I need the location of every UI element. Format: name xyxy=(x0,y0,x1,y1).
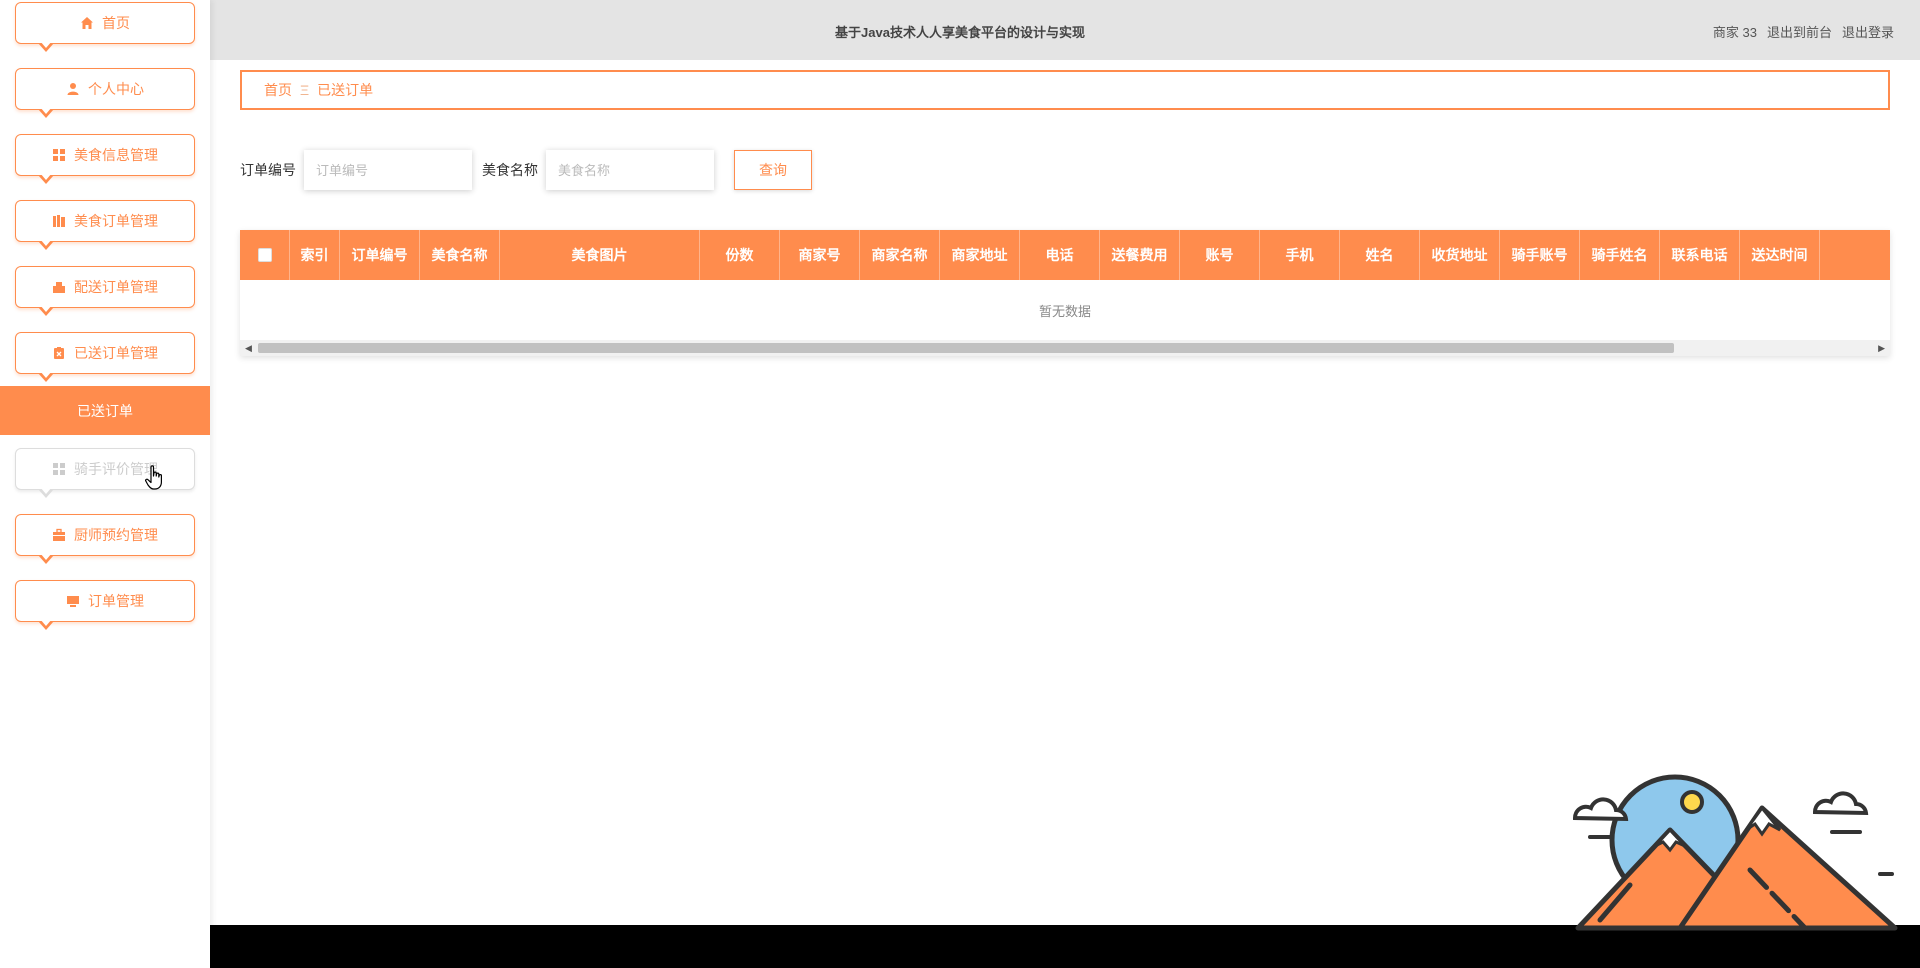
sidebar-subitem-label: 已送订单 xyxy=(77,402,133,419)
column-header[interactable]: 商家地址 xyxy=(940,230,1020,280)
clipboard-icon xyxy=(54,347,64,359)
sidebar-item-personal-center[interactable]: 个人中心 xyxy=(15,68,195,118)
column-header[interactable]: 联系电话 xyxy=(1660,230,1740,280)
sidebar-item-label: 配送订单管理 xyxy=(74,279,158,295)
table-header: 索引 订单编号 美食名称 美食图片 份数 商家号 商家名称 商家地址 电话 送餐… xyxy=(240,230,1890,280)
column-header[interactable]: 送达时间 xyxy=(1740,230,1820,280)
sidebar-item-food-info[interactable]: 美食信息管理 xyxy=(15,134,195,184)
select-all-cell xyxy=(240,230,290,280)
horizontal-scrollbar[interactable]: ◀ ▶ xyxy=(240,340,1890,356)
sidebar: 首页 个人中心 美食信息管理 美食订单管理 配送订单管理 已送订单管理 已送订单… xyxy=(0,0,210,968)
sidebar-item-label: 首页 xyxy=(102,15,130,31)
sidebar-item-delivered-order[interactable]: 已送订单管理 xyxy=(15,332,195,382)
query-button[interactable]: 查询 xyxy=(734,150,812,190)
logout-link[interactable]: 退出登录 xyxy=(1842,22,1894,41)
header-actions: 商家 33 退出到前台 退出登录 xyxy=(1713,22,1894,41)
column-header[interactable]: 订单编号 xyxy=(340,230,420,280)
empty-state: 暂无数据 xyxy=(1038,303,1091,319)
column-header[interactable]: 份数 xyxy=(700,230,780,280)
book-icon xyxy=(53,215,65,227)
sidebar-item-label: 厨师预约管理 xyxy=(74,527,158,543)
scroll-right-icon[interactable]: ▶ xyxy=(1878,343,1885,354)
sidebar-item-delivery-order[interactable]: 配送订单管理 xyxy=(15,266,195,316)
hand-cursor-icon xyxy=(145,465,162,490)
breadcrumb-separator: Ξ xyxy=(300,82,310,98)
scroll-left-icon[interactable]: ◀ xyxy=(245,343,252,354)
select-all-checkbox[interactable] xyxy=(257,248,272,262)
column-header[interactable]: 手机 xyxy=(1260,230,1340,280)
sidebar-item-food-order[interactable]: 美食订单管理 xyxy=(15,200,195,250)
monitor-icon xyxy=(67,596,79,607)
delivery-icon xyxy=(53,282,65,293)
breadcrumb-current: 已送订单 xyxy=(317,82,374,98)
order-no-input[interactable] xyxy=(304,150,472,190)
food-name-label: 美食名称 xyxy=(482,162,538,178)
back-to-front-link[interactable]: 退出到前台 xyxy=(1767,22,1832,41)
breadcrumb-home[interactable]: 首页 xyxy=(264,80,292,100)
briefcase-icon xyxy=(53,528,65,541)
search-bar: 订单编号 美食名称 查询 xyxy=(240,150,812,190)
order-table: 索引 订单编号 美食名称 美食图片 份数 商家号 商家名称 商家地址 电话 送餐… xyxy=(240,230,1890,356)
column-header[interactable]: 美食图片 xyxy=(500,230,700,280)
column-header[interactable]: 收货地址 xyxy=(1420,230,1500,280)
scrollbar-thumb[interactable] xyxy=(258,343,1674,353)
sidebar-item-label: 美食信息管理 xyxy=(74,147,158,163)
sidebar-item-label: 个人中心 xyxy=(88,81,144,97)
column-header[interactable]: 账号 xyxy=(1180,230,1260,280)
sidebar-item-label: 订单管理 xyxy=(88,593,144,609)
user-icon xyxy=(67,83,79,95)
column-header[interactable]: 骑手账号 xyxy=(1500,230,1580,280)
breadcrumb: 首页 Ξ 已送订单 xyxy=(240,70,1890,110)
sidebar-item-label: 美食订单管理 xyxy=(74,213,158,229)
sidebar-item-rider-review[interactable]: 骑手评价管理 xyxy=(15,448,195,498)
order-no-label: 订单编号 xyxy=(240,162,296,178)
column-header[interactable]: 美食名称 xyxy=(420,230,500,280)
app-title: 基于Java技术人人享美食平台的设计与实现 xyxy=(835,25,1085,40)
column-header[interactable]: 送餐费用 xyxy=(1100,230,1180,280)
column-header[interactable]: 姓名 xyxy=(1340,230,1420,280)
column-header[interactable]: 骑手姓名 xyxy=(1580,230,1660,280)
mountain-illustration xyxy=(1572,774,1898,931)
home-icon xyxy=(81,17,93,29)
top-header: 基于Java技术人人享美食平台的设计与实现 商家 33 退出到前台 退出登录 xyxy=(210,0,1920,60)
column-header[interactable]: 商家号 xyxy=(780,230,860,280)
sidebar-item-label: 已送订单管理 xyxy=(74,345,158,361)
sidebar-item-chef-booking[interactable]: 厨师预约管理 xyxy=(15,514,195,564)
column-header[interactable]: 索引 xyxy=(290,230,340,280)
grid-icon xyxy=(53,463,65,475)
food-name-input[interactable] xyxy=(546,150,714,190)
grid-icon xyxy=(53,149,65,161)
sidebar-item-home[interactable]: 首页 xyxy=(15,2,195,52)
sidebar-item-order-manage[interactable]: 订单管理 xyxy=(15,580,195,630)
column-header[interactable]: 商家名称 xyxy=(860,230,940,280)
current-user: 商家 33 xyxy=(1712,25,1757,40)
column-header[interactable]: 电话 xyxy=(1020,230,1100,280)
sidebar-subitem-delivered[interactable]: 已送订单 xyxy=(0,386,210,435)
